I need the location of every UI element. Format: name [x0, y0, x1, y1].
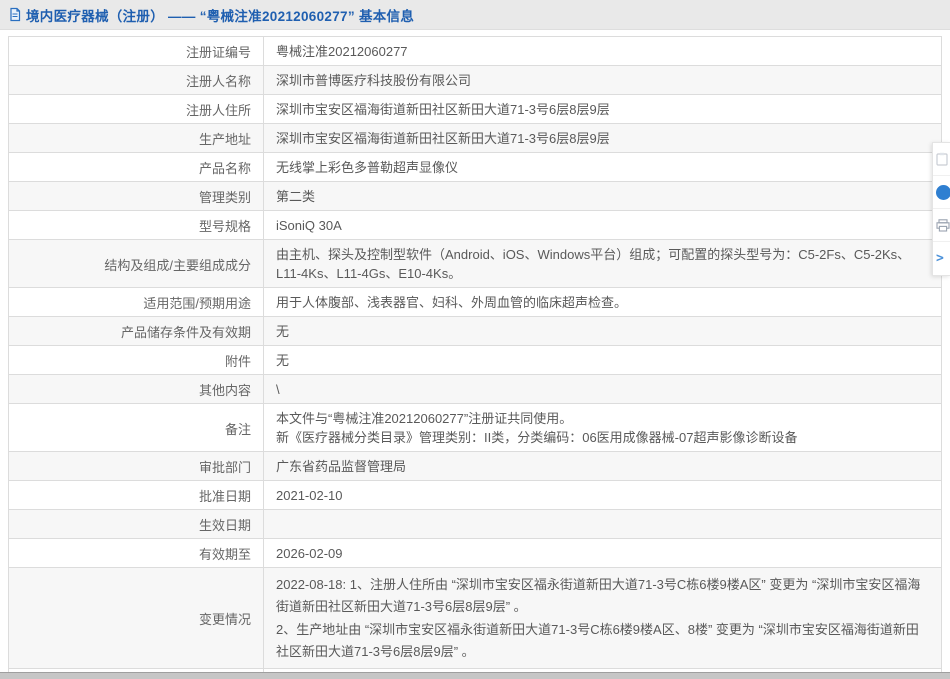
value-line: 粤械注准20212060277	[276, 44, 408, 59]
table-row: 其他内容 \	[9, 375, 941, 404]
table-row: 变更情况 2022-08-18: 1、注册人住所由 “深圳市宝安区福永街道新田大…	[9, 568, 941, 669]
row-label: 其他内容	[9, 375, 264, 403]
row-label: 生效日期	[9, 510, 264, 538]
table-row: 附件 无	[9, 346, 941, 375]
value-line: 深圳市普博医疗科技股份有限公司	[276, 73, 472, 88]
row-value: 用于人体腹部、浅表器官、妇科、外周血管的临床超声检查。	[264, 288, 941, 316]
value-line: 无	[276, 324, 290, 339]
value-line: 本文件与“粤械注准20212060277”注册证共同使用。	[276, 411, 573, 426]
row-value: 无	[264, 317, 941, 345]
row-value: 2022-08-18: 1、注册人住所由 “深圳市宝安区福永街道新田大道71-3…	[264, 568, 941, 668]
bottom-edge	[0, 672, 950, 679]
table-row: 产品储存条件及有效期 无	[9, 317, 941, 346]
row-label: 产品储存条件及有效期	[9, 317, 264, 345]
value-line: 新《医疗器械分类目录》管理类别：II类，分类编码：06医用成像器械-07超声影像…	[276, 430, 798, 445]
row-value: 广东省药品监督管理局	[264, 452, 941, 480]
share-circle-glyph	[936, 184, 950, 200]
row-label: 管理类别	[9, 182, 264, 210]
table-row: 生产地址 深圳市宝安区福海街道新田社区新田大道71-3号6层8层9层	[9, 124, 941, 153]
row-value: 深圳市宝安区福海街道新田社区新田大道71-3号6层8层9层	[264, 95, 941, 123]
row-value: 本文件与“粤械注准20212060277”注册证共同使用。新《医疗器械分类目录》…	[264, 404, 941, 451]
row-label: 结构及组成/主要组成成分	[9, 240, 264, 287]
clipboard-icon[interactable]	[933, 143, 950, 176]
table-row: 有效期至 2026-02-09	[9, 539, 941, 568]
value-line: iSoniQ 30A	[276, 218, 342, 233]
row-value: \	[264, 375, 941, 403]
row-label: 注册人住所	[9, 95, 264, 123]
table-row: 备注 本文件与“粤械注准20212060277”注册证共同使用。新《医疗器械分类…	[9, 404, 941, 452]
row-label: 审批部门	[9, 452, 264, 480]
row-label: 型号规格	[9, 211, 264, 239]
row-value: 粤械注准20212060277	[264, 37, 941, 65]
row-label: 适用范围/预期用途	[9, 288, 264, 316]
value-line: 2026-02-09	[276, 546, 343, 561]
value-line: 广东省药品监督管理局	[276, 459, 407, 474]
value-line: 无线掌上彩色多普勒超声显像仪	[276, 160, 459, 175]
row-label: 注册证编号	[9, 37, 264, 65]
value-line: 由主机、探头及控制型软件（Android、iOS、Windows平台）组成；可配…	[276, 247, 911, 281]
value-line: 深圳市宝安区福海街道新田社区新田大道71-3号6层8层9层	[276, 131, 610, 146]
row-value: 第二类	[264, 182, 941, 210]
table-row: 产品名称 无线掌上彩色多普勒超声显像仪	[9, 153, 941, 182]
value-line: \	[276, 382, 280, 397]
value-line: 无	[276, 353, 290, 368]
row-value: 深圳市普博医疗科技股份有限公司	[264, 66, 941, 94]
table-row: 适用范围/预期用途 用于人体腹部、浅表器官、妇科、外周血管的临床超声检查。	[9, 288, 941, 317]
table-row: 批准日期 2021-02-10	[9, 481, 941, 510]
row-value: iSoniQ 30A	[264, 211, 941, 239]
value-line: 2、生产地址由 “深圳市宝安区福永街道新田大道71-3号C栋6楼9楼A区、8楼”…	[276, 622, 919, 659]
document-icon	[8, 7, 22, 22]
value-line	[276, 515, 927, 534]
row-label: 变更情况	[9, 568, 264, 668]
row-value: 无线掌上彩色多普勒超声显像仪	[264, 153, 941, 181]
info-table-body: 注册证编号 粤械注准20212060277 注册人名称 深圳市普博医疗科技股份有…	[9, 37, 941, 679]
chevron-right-icon[interactable]: >	[933, 242, 950, 275]
table-row: 注册人名称 深圳市普博医疗科技股份有限公司	[9, 66, 941, 95]
row-value	[264, 510, 941, 538]
row-value: 由主机、探头及控制型软件（Android、iOS、Windows平台）组成；可配…	[264, 240, 941, 287]
value-line: 深圳市宝安区福海街道新田社区新田大道71-3号6层8层9层	[276, 102, 610, 117]
value-line: 第二类	[276, 189, 316, 204]
title-bar: 境内医疗器械（注册） —— “粤械注准20212060277” 基本信息	[0, 0, 950, 30]
page-title: 境内医疗器械（注册） —— “粤械注准20212060277” 基本信息	[26, 8, 415, 24]
table-row: 注册证编号 粤械注准20212060277	[9, 37, 941, 66]
row-label: 有效期至	[9, 539, 264, 567]
row-value: 无	[264, 346, 941, 374]
table-row: 管理类别 第二类	[9, 182, 941, 211]
row-label: 批准日期	[9, 481, 264, 509]
chevron-glyph: >	[936, 251, 944, 266]
row-label: 注册人名称	[9, 66, 264, 94]
value-line: 用于人体腹部、浅表器官、妇科、外周血管的临床超声检查。	[276, 295, 628, 310]
value-line: 2022-08-18: 1、注册人住所由 “深圳市宝安区福永街道新田大道71-3…	[276, 577, 921, 614]
row-value: 2021-02-10	[264, 481, 941, 509]
row-value: 深圳市宝安区福海街道新田社区新田大道71-3号6层8层9层	[264, 124, 941, 152]
row-label: 生产地址	[9, 124, 264, 152]
table-row: 结构及组成/主要组成成分 由主机、探头及控制型软件（Android、iOS、Wi…	[9, 240, 941, 288]
row-label: 附件	[9, 346, 264, 374]
row-value: 2026-02-09	[264, 539, 941, 567]
row-label: 产品名称	[9, 153, 264, 181]
share-circle-icon[interactable]	[933, 176, 950, 209]
value-line: 2021-02-10	[276, 488, 343, 503]
table-row: 生效日期	[9, 510, 941, 539]
info-table: 注册证编号 粤械注准20212060277 注册人名称 深圳市普博医疗科技股份有…	[8, 36, 942, 679]
row-label: 备注	[9, 404, 264, 451]
printer-icon[interactable]	[933, 209, 950, 242]
floating-toolbar: >	[932, 142, 950, 276]
table-row: 型号规格 iSoniQ 30A	[9, 211, 941, 240]
table-row: 审批部门 广东省药品监督管理局	[9, 452, 941, 481]
table-row: 注册人住所 深圳市宝安区福海街道新田社区新田大道71-3号6层8层9层	[9, 95, 941, 124]
